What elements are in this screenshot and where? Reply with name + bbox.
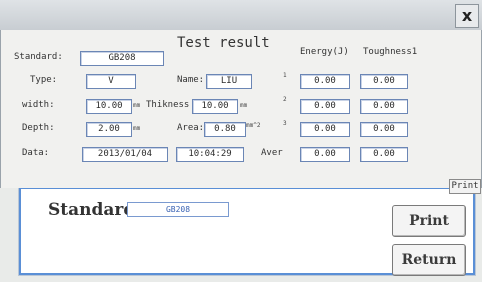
result-marker-1: 1 (283, 72, 287, 79)
type-field[interactable]: V (86, 74, 136, 89)
dialog-print-button[interactable]: Print (449, 179, 481, 194)
width-field[interactable]: 10.00 (86, 99, 132, 114)
area-field[interactable]: 0.80 (204, 122, 246, 137)
energy-3-field[interactable]: 0.00 (300, 122, 350, 137)
depth-label: Depth: (22, 123, 55, 133)
area-label: Area: (177, 123, 205, 133)
close-button[interactable]: x (455, 4, 479, 28)
name-field[interactable]: LIU (206, 74, 252, 89)
average-energy-field[interactable]: 0.00 (300, 147, 350, 162)
print-button[interactable]: Print (392, 205, 466, 237)
width-unit: mm (133, 102, 141, 109)
result-marker-2: 2 (283, 96, 287, 103)
result-marker-3: 3 (283, 120, 287, 127)
dialog-titlebar[interactable]: x (0, 0, 482, 31)
width-label: width: (22, 100, 55, 110)
toughness-1-field[interactable]: 0.00 (360, 74, 408, 89)
thickness-field[interactable]: 10.00 (192, 99, 238, 114)
depth-field[interactable]: 2.00 (86, 122, 132, 137)
toughness-3-field[interactable]: 0.00 (360, 122, 408, 137)
average-toughness-field[interactable]: 0.00 (360, 147, 408, 162)
energy-1-field[interactable]: 0.00 (300, 74, 350, 89)
background-standard-field[interactable]: GB208 (127, 202, 229, 217)
date-label: Data: (22, 148, 50, 158)
dialog-title: Test result (177, 35, 270, 51)
toughness-2-field[interactable]: 0.00 (360, 99, 408, 114)
standard-field[interactable]: GB208 (80, 51, 164, 66)
type-label: Type: (30, 75, 58, 85)
date-field[interactable]: 2013/01/04 (82, 147, 168, 162)
energy-header: Energy(J) (300, 47, 349, 57)
thickness-label: Thikness (146, 100, 190, 110)
thickness-unit: mm (240, 102, 248, 109)
return-button[interactable]: Return (392, 244, 466, 276)
average-label: Aver (261, 148, 283, 158)
energy-2-field[interactable]: 0.00 (300, 99, 350, 114)
standard-label: Standard: (14, 52, 63, 62)
time-field[interactable]: 10:04:29 (176, 147, 244, 162)
name-label: Name: (177, 75, 205, 85)
area-unit: mm^2 (246, 122, 261, 129)
depth-unit: mm (133, 125, 141, 132)
toughness-header: Toughness1 (363, 47, 418, 57)
